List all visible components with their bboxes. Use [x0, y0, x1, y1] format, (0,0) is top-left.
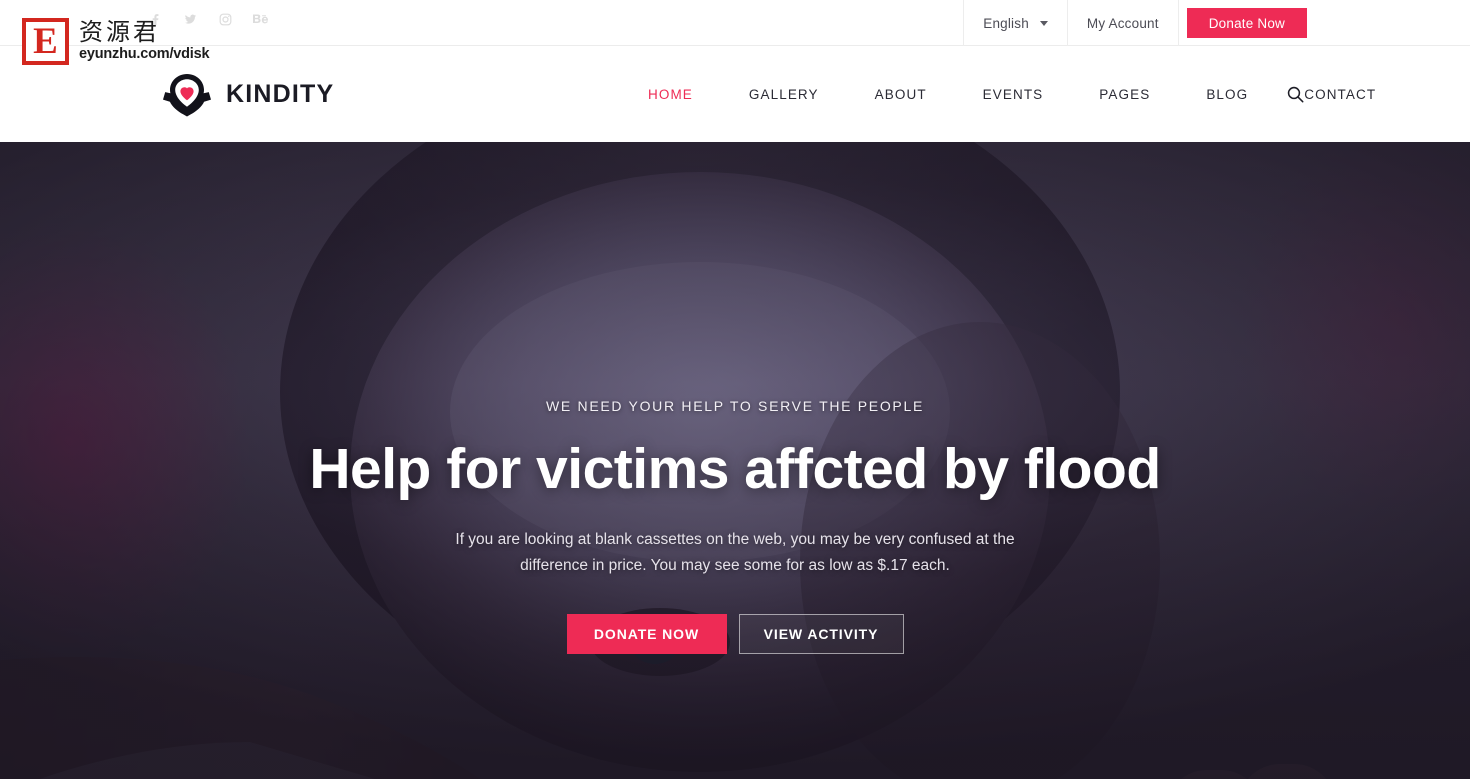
nav-item-pages[interactable]: PAGES: [1071, 87, 1178, 102]
twitter-icon[interactable]: [183, 12, 198, 27]
nav-item-events[interactable]: EVENTS: [955, 87, 1072, 102]
language-label: English: [983, 15, 1029, 31]
donate-now-top-button[interactable]: Donate Now: [1186, 8, 1307, 38]
hero-content: WE NEED YOUR HELP TO SERVE THE PEOPLE He…: [0, 142, 1470, 779]
behance-icon[interactable]: [253, 12, 268, 27]
instagram-icon[interactable]: [218, 12, 233, 27]
nav-item-home[interactable]: HOME: [620, 87, 721, 102]
top-bar-actions: English My Account Donate Now: [963, 0, 1307, 46]
facebook-icon[interactable]: [148, 12, 163, 27]
brand-logo[interactable]: KINDITY: [163, 72, 334, 117]
hero-title: Help for victims affcted by flood: [309, 437, 1161, 501]
top-bar: English My Account Donate Now: [0, 0, 1470, 46]
site-header: KINDITY HOME GALLERY ABOUT EVENTS PAGES …: [0, 46, 1470, 142]
view-activity-button[interactable]: VIEW ACTIVITY: [738, 613, 904, 654]
hero-banner: WE NEED YOUR HELP TO SERVE THE PEOPLE He…: [0, 142, 1470, 779]
chevron-down-icon: [1039, 20, 1048, 26]
brand-name: KINDITY: [226, 79, 335, 108]
heart-in-hands-icon: [163, 73, 211, 116]
social-links: [148, 12, 268, 27]
donate-now-hero-button[interactable]: DONATE NOW: [566, 613, 727, 654]
language-selector[interactable]: English: [963, 0, 1068, 46]
nav-item-blog[interactable]: BLOG: [1178, 87, 1276, 102]
nav-item-gallery[interactable]: GALLERY: [721, 87, 847, 102]
hero-description: If you are looking at blank cassettes on…: [455, 531, 1015, 574]
hero-eyebrow: WE NEED YOUR HELP TO SERVE THE PEOPLE: [545, 398, 924, 414]
nav-item-about[interactable]: ABOUT: [847, 87, 955, 102]
hero-actions: DONATE NOW VIEW ACTIVITY: [566, 613, 904, 654]
search-icon[interactable]: [1283, 82, 1307, 106]
my-account-link[interactable]: My Account: [1066, 0, 1179, 46]
